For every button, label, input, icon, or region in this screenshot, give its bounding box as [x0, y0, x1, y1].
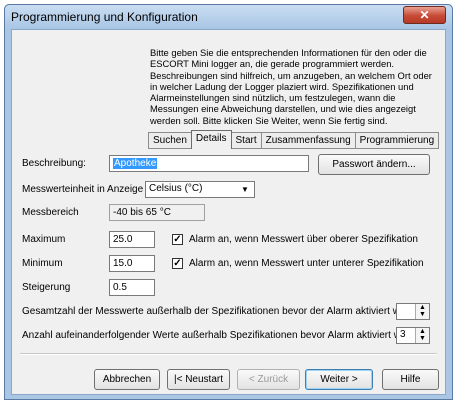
stepper-arrows-icon[interactable]: ▲ ▼ — [415, 304, 429, 319]
tab-start[interactable]: Start — [230, 132, 262, 149]
tab-programmierung[interactable]: Programmierung — [354, 132, 440, 149]
total-out-of-spec-label: Gesamtzahl der Messwerte außerhalb der S… — [22, 306, 412, 317]
restart-button[interactable]: |< Neustart — [167, 369, 230, 390]
total-out-of-spec-stepper[interactable]: ▲ ▼ — [396, 303, 430, 320]
max-alarm-checkbox[interactable]: ✓ — [172, 234, 183, 245]
next-button[interactable]: Weiter > — [305, 369, 373, 390]
consecutive-value: 3 — [400, 329, 406, 340]
consecutive-stepper[interactable]: 3 ▲ ▼ — [396, 327, 430, 344]
close-button[interactable]: ✕ — [403, 6, 446, 24]
min-alarm-checkbox[interactable]: ✓ — [172, 258, 183, 269]
help-button[interactable]: Hilfe — [382, 369, 439, 390]
range-label: Messbereich — [22, 207, 79, 218]
description-value: Apotheke — [113, 158, 158, 169]
tab-zusammenfassung[interactable]: Zusammenfassung — [260, 132, 356, 149]
chevron-down-icon: ▼ — [241, 185, 249, 194]
stepper-arrows-icon[interactable]: ▲ ▼ — [415, 328, 429, 343]
dialog-window: Programmierung und Konfiguration ✕ Bitte… — [4, 4, 453, 400]
minimum-field[interactable]: 15.0 — [109, 255, 155, 272]
tab-details[interactable]: Details — [190, 130, 232, 149]
back-button[interactable]: < Zurück — [237, 369, 300, 390]
maximum-field[interactable]: 25.0 — [109, 231, 155, 248]
cancel-button[interactable]: Abbrechen — [94, 369, 160, 390]
description-label: Beschreibung: — [22, 158, 86, 169]
consecutive-label: Anzahl aufeinanderfolgender Werte außerh… — [22, 330, 413, 341]
unit-dropdown[interactable]: Celsius (°C) ▼ — [145, 181, 255, 198]
step-field[interactable]: 0.5 — [109, 279, 155, 296]
title-bar[interactable]: Programmierung und Konfiguration ✕ — [5, 5, 452, 29]
min-alarm-label: Alarm an, wenn Messwert unter unterer Sp… — [189, 258, 424, 269]
change-password-button[interactable]: Passwort ändern... — [318, 154, 430, 175]
tab-suchen[interactable]: Suchen — [148, 132, 192, 149]
step-label: Steigerung — [22, 282, 71, 293]
description-field[interactable]: Apotheke — [109, 155, 309, 172]
minimum-label: Minimum — [22, 258, 63, 269]
unit-value: Celsius (°C) — [149, 183, 203, 194]
window-title: Programmierung und Konfiguration — [11, 10, 198, 24]
tab-strip: Suchen Details Start Zusammenfassung Pro… — [148, 130, 440, 149]
unit-label: Messwerteinheit in Anzeige — [22, 184, 144, 195]
footer-divider — [20, 353, 437, 355]
max-alarm-label: Alarm an, wenn Messwert über oberer Spez… — [189, 234, 418, 245]
maximum-label: Maximum — [22, 234, 66, 245]
range-field: -40 bis 65 °C — [109, 204, 205, 221]
dialog-client-area: Bitte geben Sie die entsprechenden Infor… — [11, 29, 446, 395]
close-icon: ✕ — [419, 8, 430, 22]
